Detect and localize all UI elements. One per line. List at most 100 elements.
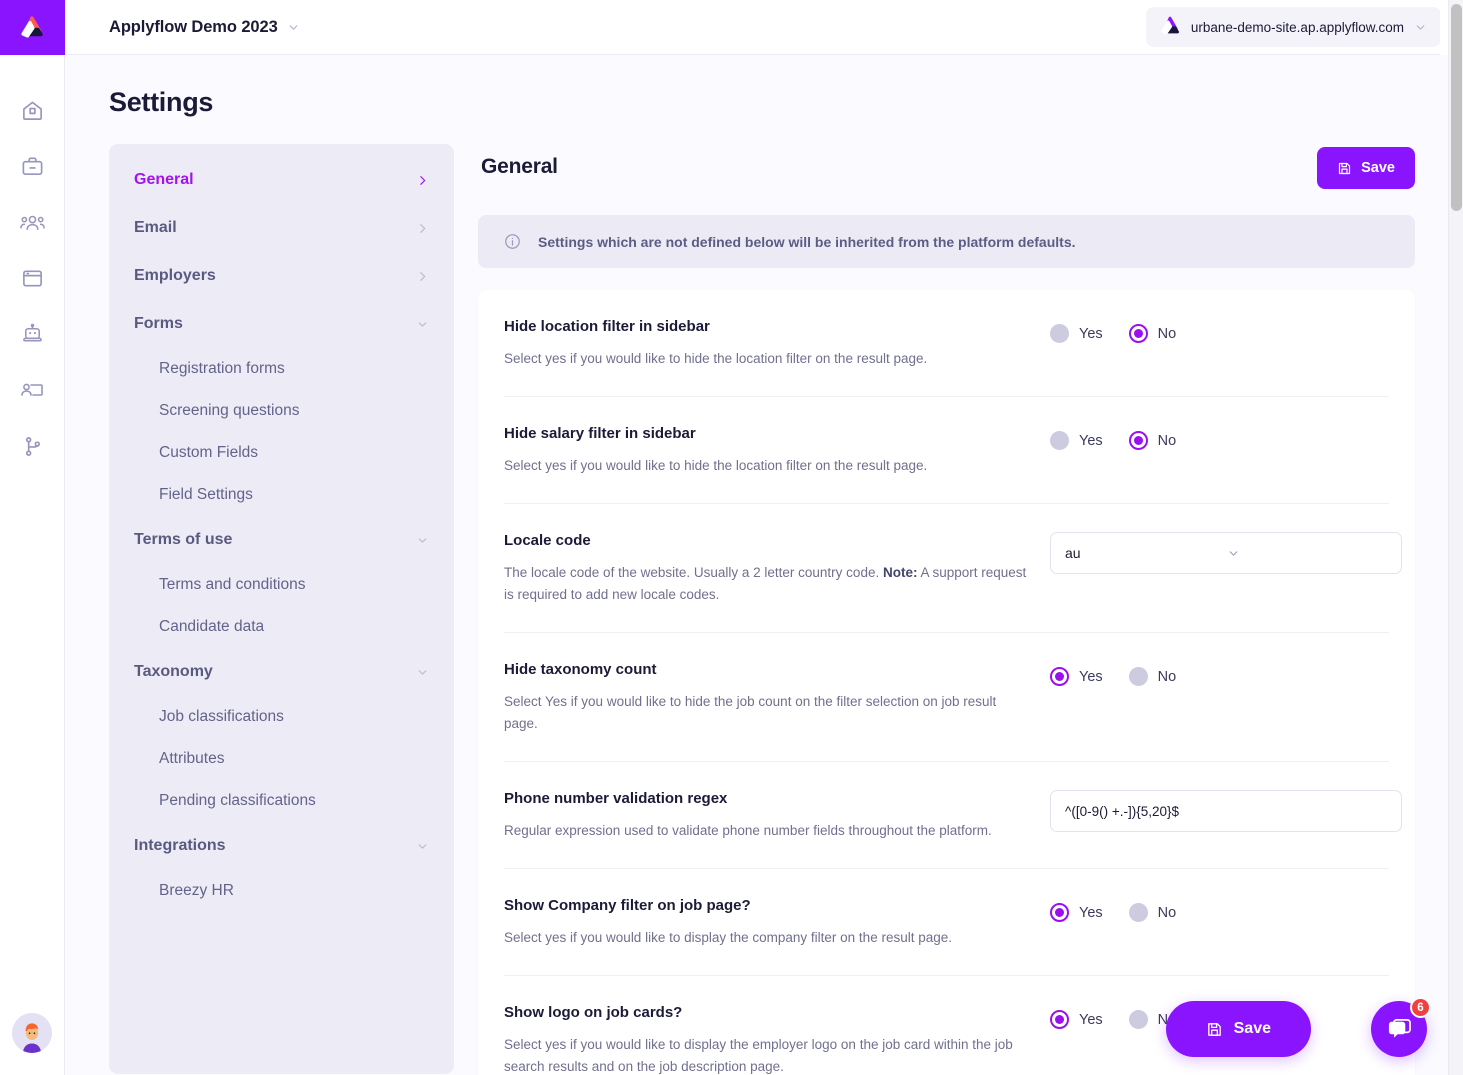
- home-icon[interactable]: [11, 89, 53, 131]
- settings-nav-item-candidate-data[interactable]: Candidate data: [109, 606, 454, 648]
- people-icon[interactable]: [11, 201, 53, 243]
- robot-icon[interactable]: [11, 313, 53, 355]
- floating-save-label: Save: [1233, 1020, 1271, 1037]
- settings-nav-group-terms-of-use[interactable]: Terms of use: [109, 516, 454, 564]
- radio-selected-icon: [1050, 1010, 1069, 1029]
- radio-option-label: No: [1157, 668, 1177, 685]
- settings-nav-label: General: [134, 171, 194, 188]
- chevron-down-icon: [1227, 547, 1387, 560]
- settings-nav-group-general[interactable]: General: [109, 156, 454, 204]
- locale-code-select[interactable]: au: [1050, 532, 1402, 574]
- settings-nav-item-custom-fields[interactable]: Custom Fields: [109, 432, 454, 474]
- settings-nav-item-attributes[interactable]: Attributes: [109, 738, 454, 780]
- radio-option-no[interactable]: No: [1128, 903, 1176, 922]
- setting-label: Phone number validation regex: [504, 790, 728, 807]
- setting-description: Select yes if you would like to display …: [504, 930, 952, 945]
- setting-label: Show logo on job cards?: [504, 1004, 683, 1021]
- setting-info: Hide salary filter in sidebar Select yes …: [504, 425, 1030, 477]
- chat-widget-button[interactable]: 6: [1371, 997, 1431, 1057]
- settings-nav-group-email[interactable]: Email: [109, 204, 454, 252]
- workspace-title: Applyflow Demo 2023: [109, 17, 278, 36]
- radio-group: Yes No: [1050, 324, 1389, 343]
- radio-option-no[interactable]: No: [1128, 324, 1176, 343]
- settings-nav-label: Terms of use: [134, 531, 233, 548]
- radio-selected-icon: [1050, 903, 1069, 922]
- floating-save-button[interactable]: Save: [1165, 1001, 1311, 1057]
- radio-option-yes[interactable]: Yes: [1050, 431, 1103, 450]
- chevron-down-icon: [416, 666, 429, 679]
- settings-nav-group-employers[interactable]: Employers: [109, 252, 454, 300]
- radio-group: Yes No: [1050, 431, 1389, 450]
- setting-info: Hide location filter in sidebar Select ye…: [504, 318, 1030, 370]
- user-card-icon[interactable]: [11, 369, 53, 411]
- radio-group: Yes No: [1050, 667, 1389, 686]
- radio-selected-icon: [1128, 431, 1148, 450]
- radio-unselected-icon: [1128, 1010, 1148, 1029]
- chat-unread-badge: 6: [1410, 997, 1431, 1018]
- page-scrollbar[interactable]: [1448, 0, 1463, 1075]
- app-logo[interactable]: [0, 0, 65, 55]
- section-title: General: [481, 155, 558, 178]
- applyflow-logo-icon: [21, 15, 43, 38]
- settings-nav-label: Integrations: [134, 837, 226, 854]
- page-body: Settings General Email Employers Forms Regis…: [65, 55, 1463, 1075]
- settings-nav-item-pending-classifications[interactable]: Pending classifications: [109, 780, 454, 822]
- setting-control: Yes No: [1050, 318, 1389, 343]
- radio-option-label: Yes: [1079, 668, 1103, 685]
- setting-row: Hide taxonomy count Select Yes if you wou…: [504, 633, 1389, 762]
- setting-row: Phone number validation regex Regular exp…: [504, 762, 1402, 869]
- radio-unselected-icon: [1128, 903, 1148, 922]
- radio-option-yes[interactable]: Yes: [1050, 667, 1103, 686]
- radio-option-yes[interactable]: Yes: [1050, 903, 1103, 922]
- setting-row: Show Company filter on job page? Select y…: [504, 869, 1389, 976]
- app-root: Applyflow Demo 2023 urbane-demo-site.ap.…: [0, 0, 1463, 1075]
- settings-nav-item-terms-and-conditions[interactable]: Terms and conditions: [109, 564, 454, 606]
- setting-control: Yes No: [1050, 897, 1389, 922]
- settings-nav-group-taxonomy[interactable]: Taxonomy: [109, 648, 454, 696]
- icon-rail: [0, 0, 65, 1075]
- scrollbar-thumb[interactable]: [1451, 4, 1462, 211]
- chevron-down-icon: [416, 534, 429, 547]
- setting-row: Locale code The locale code of the websit…: [504, 504, 1402, 633]
- workspace: Applyflow Demo 2023 urbane-demo-site.ap.…: [65, 0, 1463, 1075]
- inherit-notice: Settings which are not defined below wil…: [478, 215, 1415, 268]
- settings-nav-item-field-settings[interactable]: Field Settings: [109, 474, 454, 516]
- setting-row: Hide salary filter in sidebar Select yes …: [504, 397, 1389, 504]
- radio-option-label: Yes: [1079, 432, 1103, 449]
- settings-nav-item-registration-forms[interactable]: Registration forms: [109, 348, 454, 390]
- settings-nav-group-forms[interactable]: Forms: [109, 300, 454, 348]
- site-selector[interactable]: urbane-demo-site.ap.applyflow.com: [1145, 7, 1441, 47]
- radio-option-yes[interactable]: Yes: [1050, 324, 1103, 343]
- settings-nav-group-integrations[interactable]: Integrations: [109, 822, 454, 870]
- radio-option-label: No: [1157, 432, 1177, 449]
- settings-nav: General Email Employers Forms Registration f…: [109, 144, 454, 1074]
- settings-nav-item-job-classifications[interactable]: Job classifications: [109, 696, 454, 738]
- site-logo-icon: [1159, 16, 1181, 38]
- save-button-label: Save: [1361, 160, 1395, 176]
- setting-info: Locale code The locale code of the websit…: [504, 532, 1030, 606]
- save-button[interactable]: Save: [1317, 147, 1415, 189]
- avatar[interactable]: [12, 1013, 52, 1053]
- inherit-notice-text: Settings which are not defined below wil…: [538, 233, 1076, 250]
- input-value: ^([0-9() +.-]){5,20}$: [1065, 803, 1180, 819]
- workspace-switcher[interactable]: Applyflow Demo 2023: [109, 18, 300, 37]
- avatar-image: [12, 1013, 52, 1053]
- settings-nav-item-breezy-hr[interactable]: Breezy HR: [109, 870, 454, 912]
- chevron-right-icon: [416, 174, 429, 187]
- select-value: au: [1065, 545, 1081, 561]
- setting-label: Show Company filter on job page?: [504, 897, 751, 914]
- radio-option-no[interactable]: No: [1128, 667, 1177, 686]
- setting-description: Select yes if you would like to hide the…: [504, 458, 928, 473]
- setting-control: ^([0-9() +.-]){5,20}$: [1050, 790, 1402, 832]
- settings-nav-item-screening-questions[interactable]: Screening questions: [109, 390, 454, 432]
- topbar-spacer: [1440, 0, 1448, 55]
- branch-icon[interactable]: [11, 425, 53, 467]
- radio-option-yes[interactable]: Yes: [1050, 1010, 1103, 1029]
- briefcase-icon[interactable]: [11, 145, 53, 187]
- phone-regex-input[interactable]: ^([0-9() +.-]){5,20}$: [1050, 790, 1402, 832]
- browser-window-icon[interactable]: [11, 257, 53, 299]
- radio-option-no[interactable]: No: [1128, 431, 1177, 450]
- setting-label: Hide location filter in sidebar: [504, 318, 710, 335]
- page-title: Settings: [109, 87, 214, 117]
- radio-unselected-icon: [1128, 667, 1148, 686]
